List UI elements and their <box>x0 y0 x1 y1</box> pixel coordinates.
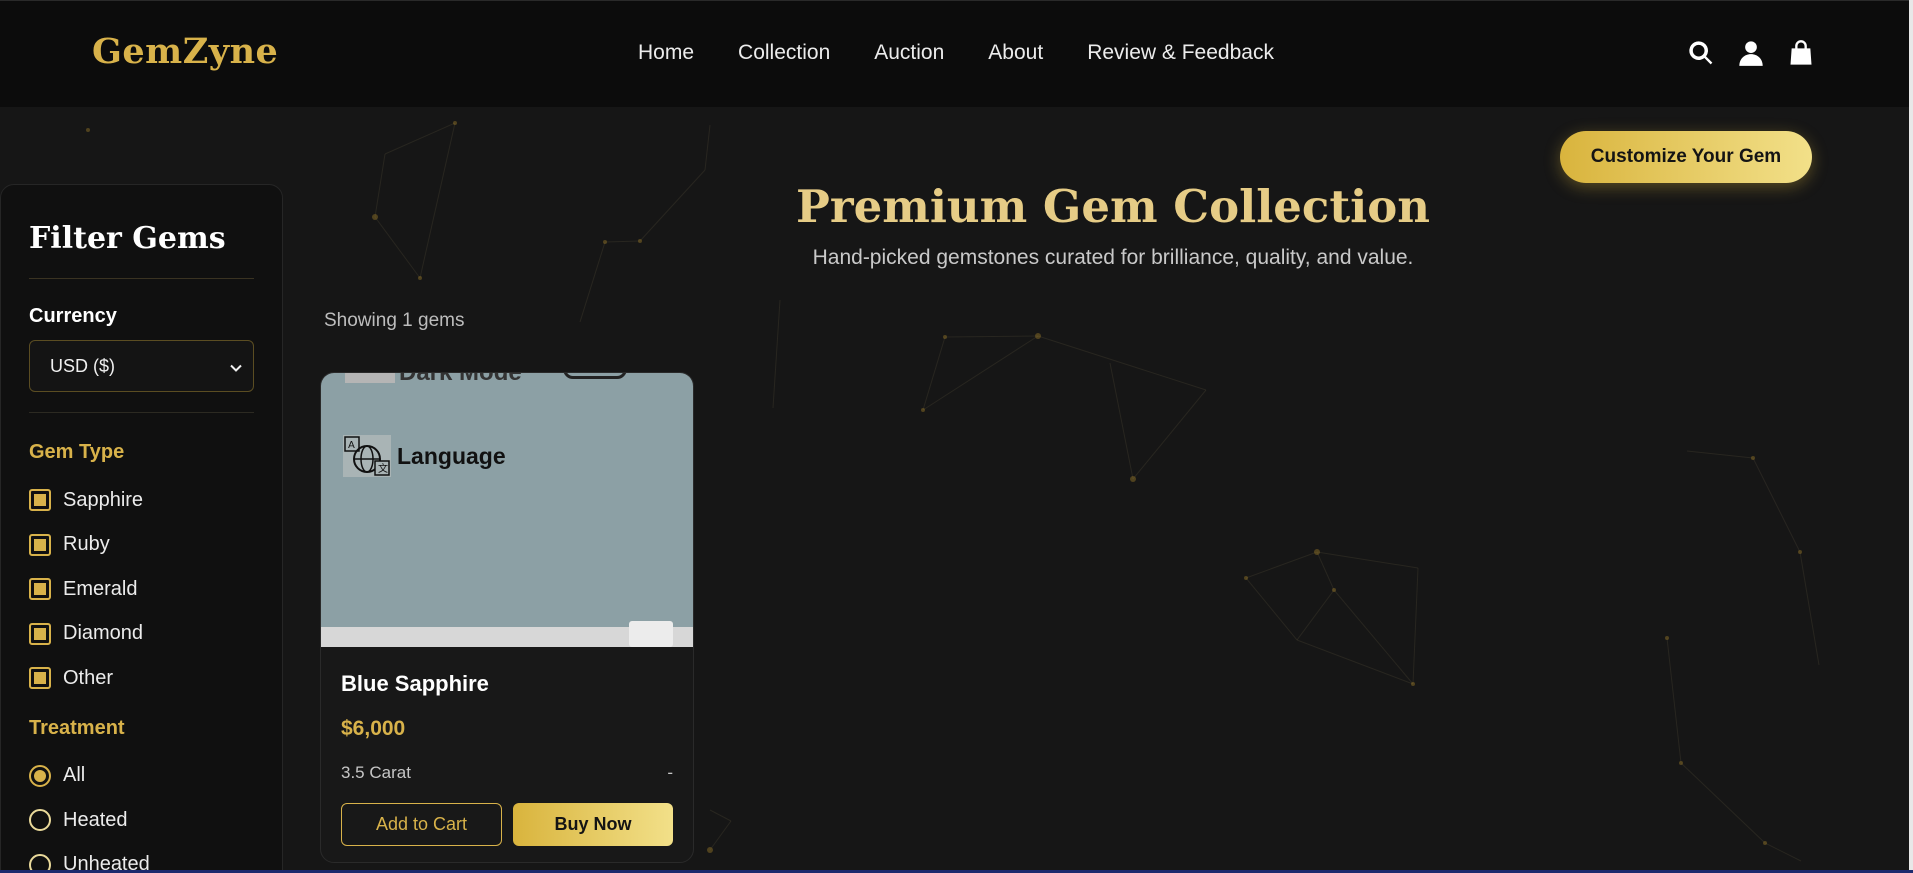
image-text-main: Language <box>397 443 506 469</box>
checkbox[interactable] <box>29 667 51 690</box>
svg-text:A: A <box>348 440 355 451</box>
treatment-option-all[interactable]: All <box>29 754 254 799</box>
nav-icons <box>1687 39 1815 67</box>
results-count: Showing 1 gems <box>324 310 465 331</box>
currency-selected-value: USD ($) <box>50 355 116 376</box>
currency-select[interactable]: USD ($) <box>29 340 254 392</box>
gem-type-options: Sapphire Ruby Emerald Diamond Other <box>29 478 254 701</box>
add-to-cart-button[interactable]: Add to Cart <box>341 803 502 846</box>
treatment-label: Treatment <box>29 716 125 739</box>
main-nav: Home Collection Auction About Review & F… <box>638 41 1274 65</box>
user-icon[interactable] <box>1737 39 1765 67</box>
option-label: Emerald <box>63 577 138 600</box>
product-meta: 3.5 Carat - <box>341 763 673 783</box>
nav-link-auction[interactable]: Auction <box>874 41 944 65</box>
page-title: Premium Gem Collection <box>796 180 1430 233</box>
page-subtitle: Hand-picked gemstones curated for brilli… <box>812 246 1414 269</box>
buy-now-button[interactable]: Buy Now <box>513 803 673 846</box>
divider <box>29 278 254 279</box>
image-text-top: Dark Mode <box>399 373 522 387</box>
nav-link-review-feedback[interactable]: Review & Feedback <box>1087 41 1274 65</box>
nav-link-about[interactable]: About <box>988 41 1043 65</box>
nav-link-collection[interactable]: Collection <box>738 41 830 65</box>
product-name[interactable]: Blue Sapphire <box>341 671 673 697</box>
checkbox[interactable] <box>29 489 51 512</box>
chevron-down-icon <box>229 359 243 373</box>
gem-type-option-emerald[interactable]: Emerald <box>29 567 254 612</box>
gem-type-option-diamond[interactable]: Diamond <box>29 612 254 657</box>
product-image[interactable]: Dark Mode A 文 Language <box>321 373 693 647</box>
divider <box>29 412 254 413</box>
product-card-body: Blue Sapphire $6,000 3.5 Carat - Add to … <box>321 647 693 846</box>
product-price: $6,000 <box>341 717 406 740</box>
product-origin: - <box>667 763 673 782</box>
image-placeholder-box <box>345 373 395 383</box>
radio-button[interactable] <box>29 764 51 787</box>
checkbox[interactable] <box>29 622 51 645</box>
gem-type-option-ruby[interactable]: Ruby <box>29 523 254 568</box>
gem-type-option-sapphire[interactable]: Sapphire <box>29 478 254 523</box>
language-icon: A 文 <box>343 435 391 477</box>
filter-title: Filter Gems <box>29 221 226 256</box>
checkbox[interactable] <box>29 578 51 601</box>
option-label: Ruby <box>63 533 110 556</box>
filter-sidebar: Filter Gems Currency USD ($) Gem Type Sa… <box>0 184 283 873</box>
option-label: Heated <box>63 808 128 831</box>
treatment-option-heated[interactable]: Heated <box>29 798 254 843</box>
search-icon[interactable] <box>1687 39 1715 67</box>
shopping-bag-icon[interactable] <box>1787 39 1815 67</box>
navbar: GemZyne Home Collection Auction About Re… <box>0 0 1913 107</box>
option-label: All <box>63 764 86 787</box>
currency-label: Currency <box>29 305 117 327</box>
option-label: Other <box>63 666 114 689</box>
treatment-option-unheated[interactable]: Unheated <box>29 843 254 873</box>
window-edge <box>1909 0 1913 873</box>
nav-link-home[interactable]: Home <box>638 41 694 65</box>
product-weight: 3.5 Carat <box>341 763 411 782</box>
toggle-pill-graphic <box>563 373 627 379</box>
image-bottom-tab <box>629 621 673 647</box>
gem-type-label: Gem Type <box>29 441 125 463</box>
treatment-options: All Heated Unheated <box>29 754 254 873</box>
product-card[interactable]: Dark Mode A 文 Language Blue Sapphire $6,… <box>320 372 694 863</box>
option-label: Sapphire <box>63 488 144 511</box>
product-actions: Add to Cart Buy Now <box>341 803 673 846</box>
checkbox[interactable] <box>29 533 51 556</box>
customize-gem-button[interactable]: Customize Your Gem <box>1560 131 1812 183</box>
option-label: Diamond <box>63 622 144 645</box>
svg-text:文: 文 <box>378 462 388 475</box>
radio-button[interactable] <box>29 809 51 832</box>
brand-logo[interactable]: GemZyne <box>92 31 278 72</box>
gem-type-option-other[interactable]: Other <box>29 656 254 701</box>
